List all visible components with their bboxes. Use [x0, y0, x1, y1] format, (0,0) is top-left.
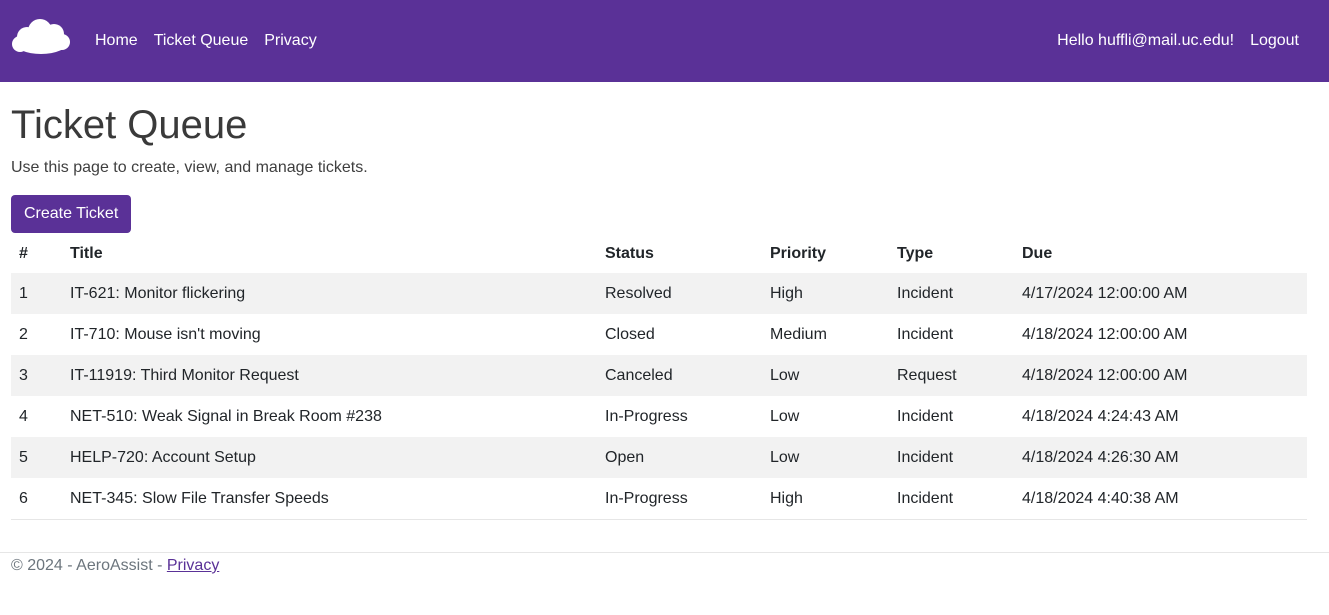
table-row[interactable]: 1 IT-621: Monitor flickering Resolved Hi… — [11, 273, 1307, 314]
cell-status: Open — [597, 437, 762, 478]
cell-title: NET-510: Weak Signal in Break Room #238 — [70, 407, 382, 425]
table-row[interactable]: 2 IT-710: Mouse isn't moving Closed Medi… — [11, 314, 1307, 355]
cell-priority: Low — [762, 437, 889, 478]
cell-title: IT-621: Monitor flickering — [62, 273, 597, 314]
nav-link-home[interactable]: Home — [95, 32, 138, 50]
cell-status: Closed — [605, 325, 655, 343]
cloud-logo-icon[interactable] — [11, 18, 71, 58]
cell-title: IT-710: Mouse isn't moving — [70, 325, 261, 343]
cell-priority: Low — [770, 407, 800, 425]
cell-due: 4/18/2024 4:40:38 AM — [1014, 478, 1307, 520]
cell-type: Request — [889, 355, 1014, 396]
logout-link[interactable]: Logout — [1250, 32, 1299, 50]
cell-status: Resolved — [597, 273, 762, 314]
header-title: Title — [70, 244, 103, 262]
cell-number: 5 — [11, 437, 62, 478]
nav-link-privacy[interactable]: Privacy — [264, 32, 316, 50]
cell-number: 2 — [19, 325, 28, 343]
cell-priority: High — [762, 273, 889, 314]
page-footer: © 2024 - AeroAssist - Privacy — [11, 557, 219, 575]
cell-type: Incident — [889, 437, 1014, 478]
page-title: Ticket Queue — [11, 103, 248, 147]
cell-priority: High — [762, 478, 889, 520]
cell-priority: Medium — [770, 325, 827, 343]
cell-priority: Low — [762, 355, 889, 396]
header-number: # — [19, 244, 28, 262]
page-description: Use this page to create, view, and manag… — [11, 159, 368, 176]
cell-type: Incident — [889, 273, 1014, 314]
ticket-table: # Title Status Priority Type Due 1 IT-62… — [11, 234, 1307, 520]
footer-divider — [0, 552, 1329, 553]
table-row[interactable]: 4 NET-510: Weak Signal in Break Room #23… — [11, 396, 1307, 437]
cell-due: 4/18/2024 12:00:00 AM — [1022, 325, 1188, 343]
table-row[interactable]: 5 HELP-720: Account Setup Open Low Incid… — [11, 437, 1307, 478]
header-priority: Priority — [770, 244, 827, 262]
footer-privacy-link[interactable]: Privacy — [167, 557, 219, 574]
cell-type: Incident — [889, 478, 1014, 520]
cell-due: 4/18/2024 12:00:00 AM — [1014, 355, 1307, 396]
cloud-logo-svg — [12, 19, 70, 54]
cell-type: Incident — [897, 407, 954, 425]
top-navbar: Home Ticket Queue Privacy Hello huffli@m… — [0, 0, 1329, 82]
table-row[interactable]: 6 NET-345: Slow File Transfer Speeds In-… — [11, 478, 1307, 520]
cell-status: In-Progress — [605, 407, 688, 425]
cell-status: In-Progress — [597, 478, 762, 520]
cell-number: 4 — [19, 407, 28, 425]
cell-title: HELP-720: Account Setup — [62, 437, 597, 478]
header-type: Type — [897, 244, 934, 262]
ticket-table-body: 1 IT-621: Monitor flickering Resolved Hi… — [11, 273, 1307, 520]
table-row[interactable]: 3 IT-11919: Third Monitor Request Cancel… — [11, 355, 1307, 396]
nav-link-ticket-queue[interactable]: Ticket Queue — [154, 32, 249, 50]
cell-title: IT-11919: Third Monitor Request — [62, 355, 597, 396]
cell-due: 4/17/2024 12:00:00 AM — [1014, 273, 1307, 314]
nav-links: Home Ticket Queue Privacy — [95, 0, 333, 82]
ticket-table-header: # Title Status Priority Type Due — [11, 234, 1307, 273]
user-greeting[interactable]: Hello huffli@mail.uc.edu! — [1057, 32, 1234, 50]
cell-due: 4/18/2024 4:24:43 AM — [1022, 407, 1179, 425]
nav-user-area: Hello huffli@mail.uc.edu! Logout — [1057, 0, 1299, 82]
cell-due: 4/18/2024 4:26:30 AM — [1014, 437, 1307, 478]
cell-type: Incident — [897, 325, 954, 343]
cell-status: Canceled — [597, 355, 762, 396]
cell-number: 1 — [11, 273, 62, 314]
header-status: Status — [605, 244, 654, 262]
create-ticket-button[interactable]: Create Ticket — [11, 195, 132, 233]
cell-number: 6 — [11, 478, 62, 520]
header-row: # Title Status Priority Type Due — [11, 234, 1307, 273]
header-due: Due — [1022, 244, 1053, 262]
footer-copyright: © 2024 - AeroAssist - — [11, 557, 167, 574]
cell-number: 3 — [11, 355, 62, 396]
cell-title: NET-345: Slow File Transfer Speeds — [62, 478, 597, 520]
